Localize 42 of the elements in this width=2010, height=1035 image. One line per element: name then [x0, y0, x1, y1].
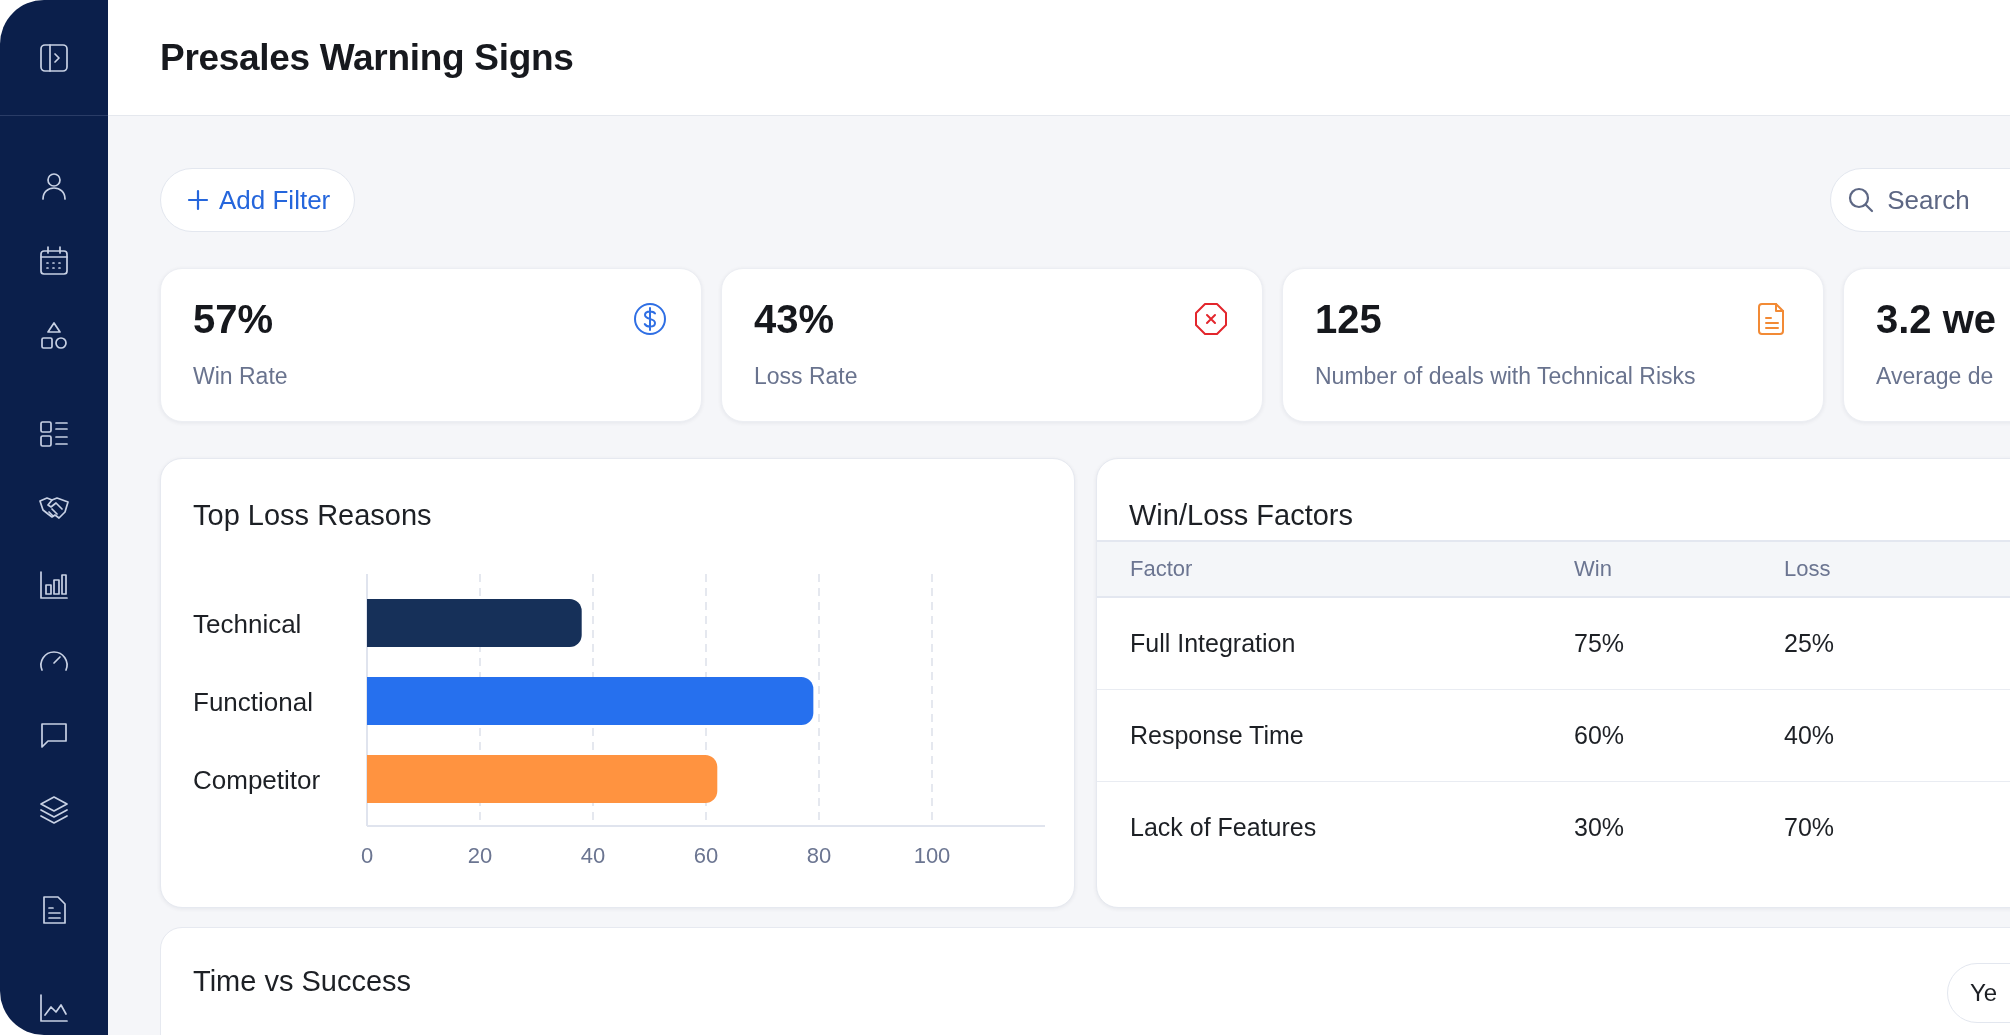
card-title: Time vs Success	[193, 964, 412, 999]
category-label: Competitor	[193, 765, 321, 795]
table-cell-text: 60%	[1574, 721, 1626, 750]
table-cell-text: 30%	[1574, 813, 1626, 842]
stat-value: 3.2 we	[1876, 296, 1997, 342]
stat-label: Loss Rate	[754, 363, 859, 390]
table-cell-text: Response Time	[1130, 721, 1305, 750]
stat-value: 125	[1315, 296, 1382, 342]
card-title: Top Loss Reasons	[192, 498, 433, 533]
table-cell-text: 70%	[1784, 813, 1836, 842]
axis-tick-label: 20	[467, 843, 493, 868]
axis-tick-label: 0	[360, 843, 374, 868]
table-cell-text: Full Integration	[1130, 629, 1297, 658]
column-header: Loss	[1784, 556, 1832, 582]
category-label: Functional	[193, 687, 313, 717]
stat-label: Average de	[1876, 363, 1995, 390]
card-title: Win/Loss Factors	[1128, 498, 1354, 533]
axis-tick-label: 60	[693, 843, 719, 868]
period-button[interactable]: Ye	[1947, 963, 2010, 1023]
plus-icon	[187, 189, 209, 211]
stat-label: Number of deals with Technical Risks	[1315, 363, 1697, 390]
axis-tick-label: 40	[580, 843, 606, 868]
layers-icon[interactable]	[37, 793, 71, 827]
table-cell-text: 25%	[1784, 629, 1836, 658]
column-header: Factor	[1130, 556, 1194, 582]
search-field[interactable]: Search	[1830, 168, 2010, 232]
table-cell-text: 75%	[1574, 629, 1626, 658]
stat-label: Win Rate	[193, 363, 289, 390]
line-chart-icon[interactable]	[37, 991, 71, 1025]
add-filter-button[interactable]: Add Filter	[160, 168, 356, 232]
axis-tick-label: 80	[806, 843, 832, 868]
page-title: Presales Warning Signs	[160, 36, 574, 79]
axis-tick-label: 100	[913, 843, 951, 868]
category-label: Technical	[193, 609, 302, 639]
bar-chart-icon[interactable]	[37, 568, 71, 602]
table-cell-text: Lack of Features	[1130, 813, 1318, 842]
table-cell-text: 40%	[1784, 721, 1836, 750]
search-icon	[1847, 186, 1876, 214]
calendar-icon[interactable]	[37, 244, 71, 278]
column-header: Win	[1574, 556, 1613, 582]
stat-value: 57%	[193, 296, 274, 342]
stat-value: 43%	[754, 296, 835, 342]
